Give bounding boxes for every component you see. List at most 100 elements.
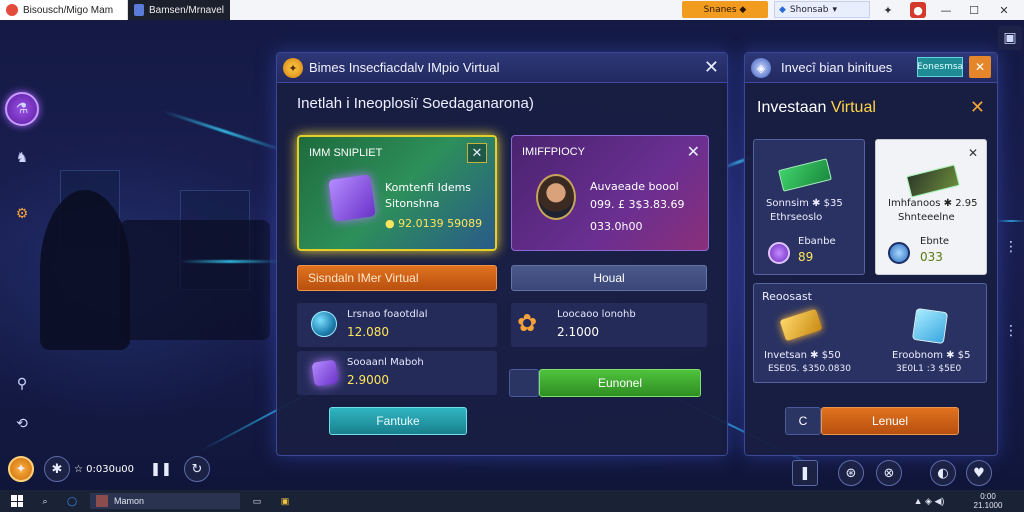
coin-value: 033 xyxy=(920,250,943,264)
gold-bar-icon xyxy=(779,308,823,342)
flower-icon: ✿ xyxy=(517,309,538,337)
crystal-cube-icon xyxy=(911,307,949,345)
invest-side-panel: ◈ Invecî bian binitues Eonesmsa ✕ Invest… xyxy=(744,52,998,456)
hud-slot-icon[interactable]: ❚ xyxy=(792,460,818,486)
hud-link-icon[interactable]: ⊗ xyxy=(876,460,902,486)
browser-tab-bar: Bisousch/Migo Mam Bamsen/Mrnavel xyxy=(0,0,1024,20)
search-icon[interactable]: ⌕ xyxy=(38,493,52,509)
refresh-icon[interactable]: ↻ xyxy=(184,456,210,482)
shield-icon: ◈ xyxy=(751,58,771,78)
asset-card[interactable]: Sonnsim ✱ $35 Ethrseoslo Ebanbe 89 xyxy=(753,139,865,275)
dialog-title-bar: ✦ Bimes Insecfiacdalv IMpio Virtual ✕ xyxy=(277,53,727,83)
light-beam xyxy=(162,109,288,154)
blue-toolbar-pill[interactable]: ◆ Shonsab ▾ xyxy=(774,1,870,18)
gear-icon[interactable]: ⚙ xyxy=(8,200,36,228)
row-value: 2.9000 xyxy=(347,373,389,387)
future-button[interactable]: Fantuke xyxy=(329,407,467,435)
heading-close-icon[interactable]: ✕ xyxy=(970,97,985,118)
clock-time: 0:00 xyxy=(980,492,996,501)
window-maximize-icon[interactable]: ☐ xyxy=(966,2,982,18)
reward-line2: ESE0S. $350.0830 xyxy=(768,364,851,374)
card-price: 033.0h00 xyxy=(590,220,643,233)
stats-icon[interactable]: ⚲ xyxy=(8,370,36,398)
list-item[interactable]: Lrsnao foaotdlal 12.080 xyxy=(297,303,497,347)
small-action-button[interactable]: C xyxy=(785,407,821,435)
swap-icon[interactable]: ⟲ xyxy=(8,410,36,438)
list-item[interactable]: Sooaanl Maboh 2.9000 xyxy=(297,351,497,395)
card-tag: IMM SNIPLIET xyxy=(309,147,383,159)
browser-icon[interactable]: ◯ xyxy=(64,493,80,509)
background-desk xyxy=(120,220,270,340)
tab-favicon-icon xyxy=(134,4,144,16)
asset-close-icon[interactable]: ✕ xyxy=(968,146,978,160)
row-label: Sooaanl Maboh xyxy=(347,357,424,368)
card-name-line1: Auvaeade boool xyxy=(590,180,679,193)
pause-icon[interactable]: ❚❚ xyxy=(148,456,174,482)
hud-heart-icon[interactable]: ♥ xyxy=(966,460,992,486)
hud-shield-icon[interactable]: ◐ xyxy=(930,460,956,486)
window-close-icon[interactable]: ✕ xyxy=(996,2,1012,18)
invest-virtual-button[interactable]: Sisndaln IMer Virtual xyxy=(297,265,497,291)
invest-button[interactable]: Lenuel xyxy=(821,407,959,435)
profile-icon[interactable]: ● xyxy=(910,2,926,18)
os-taskbar: ⌕ ◯ Mamon ▭ ▣ ▲ ◈ ◀) 0:00 21.1000 xyxy=(0,490,1024,512)
gallery-icon[interactable]: ▣ xyxy=(998,26,1022,50)
dialog-close-icon[interactable]: ✕ xyxy=(704,57,719,78)
folder-icon[interactable]: ▭ xyxy=(250,493,264,509)
browser-tab-1[interactable]: Bisousch/Migo Mam xyxy=(0,0,128,20)
asset-card-selected[interactable]: ✕ Imhfanoos ✱ 2.95 Shnteeelne Ebnte 033 xyxy=(875,139,987,275)
asset-line1: Imhfanoos ✱ 2.95 xyxy=(888,198,978,209)
extension-icon: ◆ xyxy=(779,4,786,15)
star-hud-icon[interactable]: ✱ xyxy=(44,456,70,482)
side-scroll-icon[interactable]: ⋮ xyxy=(1000,236,1022,258)
windows-start-icon[interactable] xyxy=(10,493,24,509)
card-tag: IMIFFPIOCY xyxy=(522,146,585,158)
card-close-icon[interactable]: ✕ xyxy=(467,143,487,163)
row-label: Loocaoo lonohb xyxy=(557,309,636,320)
row-label: Lrsnao foaotdlal xyxy=(347,309,428,320)
window-minimize-icon[interactable]: — xyxy=(938,2,954,18)
card-name-line1: Komtenfi Idems xyxy=(385,181,472,194)
list-item[interactable]: ✿ Loocaoo lonohb 2.1000 xyxy=(511,303,707,347)
background-silhouette xyxy=(40,190,130,350)
investment-card[interactable]: IMIFFPIOCY ✕ Auvaeade boool 099. £ 3$3.8… xyxy=(511,135,709,251)
chevron-down-icon: ▾ xyxy=(832,4,837,15)
coin-hud-icon[interactable]: ✦ xyxy=(8,456,34,482)
investor-portrait xyxy=(536,174,576,220)
floor-light xyxy=(996,220,1024,222)
card-name-line2: 099. £ 3$3.83.69 xyxy=(590,198,685,211)
extension-puzzle-icon[interactable]: ✦ xyxy=(880,2,896,18)
device-icon xyxy=(906,164,960,198)
orange-pill-label: Snanes xyxy=(703,4,737,15)
taskbar-app-label: Mamon xyxy=(114,496,145,506)
browser-tab-2[interactable]: Bamsen/Mrnavel xyxy=(128,0,230,20)
coin-value: 89 xyxy=(798,250,814,264)
taskbar-app-button[interactable]: Mamon xyxy=(90,493,240,509)
card-close-icon[interactable]: ✕ xyxy=(687,142,700,161)
potion-menu-icon[interactable]: ⚗ xyxy=(5,92,39,126)
purple-cube-icon xyxy=(311,359,339,387)
files-icon[interactable]: ▣ xyxy=(278,493,292,509)
app-icon xyxy=(96,495,108,507)
hold-button[interactable]: Houal xyxy=(511,265,707,291)
orange-toolbar-pill[interactable]: Snanes ◆ xyxy=(682,1,768,18)
side-scroll-icon[interactable]: ⋮ xyxy=(1000,320,1022,342)
blue-coin-icon xyxy=(888,242,910,264)
hud-ring-icon[interactable]: ⊛ xyxy=(838,460,864,486)
dialog-title: Bimes Insecfiacdalv IMpio Virtual xyxy=(309,60,500,75)
globe-icon xyxy=(311,311,337,337)
blue-pill-label: Shonsab xyxy=(789,4,829,15)
reward-section: Reoosast Invetsan ✱ $50 ESE0S. $350.0830… xyxy=(753,283,987,383)
secondary-button[interactable] xyxy=(509,369,539,397)
side-panel-tag[interactable]: Eonesmsa xyxy=(917,57,963,77)
side-panel-close-icon[interactable]: ✕ xyxy=(969,56,991,78)
browser-logo-icon xyxy=(6,4,18,16)
chess-knight-icon[interactable]: ♞ xyxy=(8,144,36,172)
system-tray[interactable]: ▲ ◈ ◀) xyxy=(904,493,954,509)
investment-card-featured[interactable]: IMM SNIPLIET ✕ Komtenfi Idems Sitonshna … xyxy=(297,135,497,251)
system-clock[interactable]: 0:00 21.1000 xyxy=(958,492,1018,510)
heading-prefix: Investaan xyxy=(757,99,827,116)
confirm-button[interactable]: Eunonel xyxy=(539,369,701,397)
asset-line2: Shnteeelne xyxy=(898,212,955,223)
row-value: 2.1000 xyxy=(557,325,599,339)
